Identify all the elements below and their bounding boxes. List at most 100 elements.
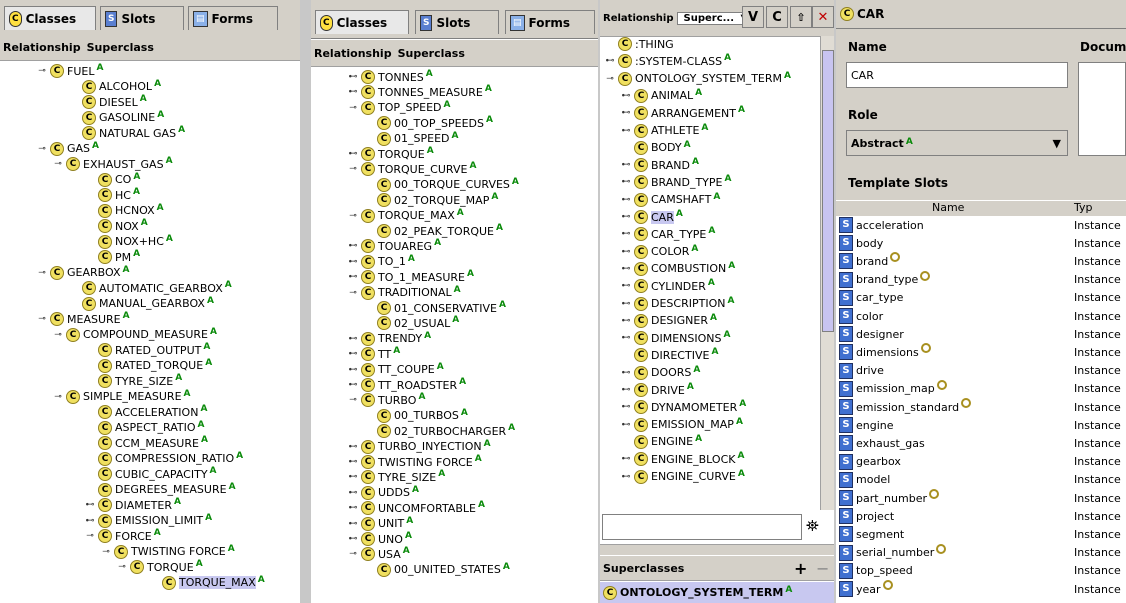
tree-node[interactable]: ⊷ C DIMENSIONS A [620, 330, 730, 346]
collapse-icon[interactable]: ⊸ [347, 549, 359, 559]
tree-node[interactable]: C GASOLINE A [68, 110, 164, 126]
table-row[interactable]: Sdrive Instance [836, 362, 1126, 380]
documentation-field[interactable] [1078, 62, 1126, 156]
binoculars-icon[interactable]: ⛯ [806, 516, 819, 536]
expand-icon[interactable]: ⊷ [620, 281, 632, 291]
tree-node[interactable]: ⊸ C TWISTING FORCE A [100, 544, 235, 560]
expand-icon[interactable]: ⊷ [620, 299, 632, 309]
tree-node[interactable]: C DEGREES_MEASURE A [84, 482, 236, 498]
relationship-value[interactable]: Superclass [84, 41, 157, 54]
expand-icon[interactable]: ⊷ [347, 87, 359, 97]
tree-node[interactable]: C CCM_MEASURE A [84, 435, 208, 451]
expand-icon[interactable]: ⊷ [347, 241, 359, 251]
expand-icon[interactable]: ⊷ [620, 229, 632, 239]
tree-node[interactable]: C CO A [84, 172, 140, 188]
search-input[interactable] [602, 514, 802, 540]
column-name-header[interactable]: Name [932, 201, 964, 214]
expand-icon[interactable]: ⊷ [620, 385, 632, 395]
expand-icon[interactable]: ⊷ [620, 333, 632, 343]
expand-icon[interactable]: ⊷ [347, 257, 359, 267]
tab-classes[interactable]: C Classes [4, 6, 96, 30]
table-row[interactable]: Ssegment Instance [836, 525, 1126, 543]
expand-icon[interactable]: ⊷ [620, 160, 632, 170]
table-row[interactable]: Stop_speed Instance [836, 562, 1126, 580]
tree-node[interactable]: C DIESEL A [68, 94, 147, 110]
tree-node[interactable]: ⊷ C TURBO_INYECTION A [347, 439, 491, 455]
tree-node[interactable]: ⊷ C EMISSION_LIMIT A [84, 513, 212, 529]
collapse-icon[interactable]: ⊸ [36, 314, 48, 324]
expand-icon[interactable]: ⊷ [620, 177, 632, 187]
slots-table[interactable]: Sacceleration Instance Sbody Instance Sbrand… [836, 216, 1126, 603]
table-row[interactable]: Sdesigner Instance [836, 325, 1126, 343]
collapse-icon[interactable]: ⊸ [84, 531, 96, 541]
class-tree[interactable]: C:THING ⊷ C:SYSTEM-CLASS A ⊸ C ONTOLOGY_SYSTEM… [600, 36, 820, 510]
tab-forms[interactable]: ▤ Forms [505, 10, 595, 34]
expand-icon[interactable]: ⊷ [347, 349, 359, 359]
tree-node[interactable]: ⊷ C CAR_TYPE A [620, 226, 715, 242]
tree-node[interactable]: ⊷ C TT_COUPE A [347, 362, 444, 378]
expand-icon[interactable]: ⊷ [347, 380, 359, 390]
tree-node[interactable]: ⊷ C UNIT A [347, 516, 413, 532]
tree-node[interactable]: ⊷ C COMBUSTION A [620, 261, 735, 277]
expand-icon[interactable]: ⊷ [620, 472, 632, 482]
tree-node[interactable]: ⊷ C CAMSHAFT A [620, 192, 720, 208]
expand-icon[interactable]: ⊷ [84, 500, 96, 510]
collapse-icon[interactable]: ⊸ [347, 395, 359, 405]
tree-node[interactable]: C NOX+HC A [84, 234, 173, 250]
role-select[interactable]: Abstract A ▼ [846, 130, 1068, 156]
tree-node[interactable]: C NOX A [84, 218, 148, 234]
table-row[interactable]: Scolor Instance [836, 307, 1126, 325]
tree-node[interactable]: ⊷ C ENGINE_BLOCK A [620, 451, 744, 467]
expand-icon[interactable]: ⊷ [347, 149, 359, 159]
collapse-icon[interactable]: ⊸ [347, 288, 359, 298]
table-row[interactable]: Semission_map Instance [836, 379, 1126, 398]
expand-icon[interactable]: ⊷ [347, 442, 359, 452]
tree-node[interactable]: ⊷ C COLOR A [620, 244, 698, 260]
tree-node[interactable]: ⊷ C DRIVE A [620, 382, 694, 398]
tree-node[interactable]: C AUTOMATIC_GEARBOX A [68, 280, 232, 296]
tree-node[interactable]: C DIRECTIVE A [620, 347, 718, 363]
tree-node[interactable]: C MANUAL_GEARBOX A [68, 296, 214, 312]
collapse-icon[interactable]: ⊸ [52, 159, 64, 169]
expand-icon[interactable]: ⊷ [620, 420, 632, 430]
tree-node[interactable]: C TYRE_SIZE A [84, 373, 182, 389]
tree-node[interactable]: ⊸ C GAS A [36, 141, 99, 157]
tree-node[interactable]: ⊷ C UNCOMFORTABLE A [347, 500, 485, 516]
tree-node[interactable]: ⊷ C UDDS A [347, 485, 419, 501]
tree-node[interactable]: ⊸ C FORCE A [84, 528, 161, 544]
tree-node[interactable]: C ACCELERATION A [84, 404, 207, 420]
tree-node[interactable]: ⊷ C DESCRIPTION A [620, 296, 734, 312]
tree-node[interactable]: ⊷ C ENGINE_CURVE A [620, 469, 745, 485]
tab-forms[interactable]: ▤ Forms [188, 6, 278, 30]
tree-node[interactable]: C RATED_TORQUE A [84, 358, 212, 374]
tree-node[interactable]: ⊸ C USA A [347, 546, 410, 562]
tree-node[interactable]: C RATED_OUTPUT A [84, 342, 210, 358]
tree-node[interactable]: ⊷ C BRAND A [620, 157, 699, 173]
tree-node[interactable]: ⊷ C TYRE_SIZE A [347, 469, 445, 485]
tree-node[interactable]: ⊷ C UNO A [347, 531, 412, 547]
collapse-icon[interactable]: ⊸ [52, 330, 64, 340]
tree-node[interactable]: ⊷ C TO_1 A [347, 254, 415, 270]
tree-node[interactable]: ⊸ C EXHAUST_GAS A [52, 156, 173, 172]
expand-icon[interactable]: ⊷ [620, 91, 632, 101]
expand-icon[interactable]: ⊷ [620, 108, 632, 118]
collapse-icon[interactable]: ⊸ [347, 164, 359, 174]
tree-node[interactable]: ⊸ C MEASURE A [36, 311, 130, 327]
create-class-button[interactable]: C [766, 6, 788, 28]
tree-node[interactable]: C CUBIC_CAPACITY A [84, 466, 217, 482]
splitter[interactable] [600, 544, 834, 555]
table-row[interactable]: Smodel Instance [836, 471, 1126, 489]
tree-node[interactable]: ⊸ C TORQUE A [116, 559, 203, 575]
tree-node[interactable]: ⊷ C TT_ROADSTER A [347, 377, 466, 393]
table-row[interactable]: Semission_standard Instance [836, 398, 1126, 416]
tree-node[interactable]: ⊷ C BRAND_TYPE A [620, 174, 731, 190]
tree-node[interactable]: ⊷ C ATHLETE A [620, 123, 708, 139]
collapse-icon[interactable]: ⊸ [36, 144, 48, 154]
expand-icon[interactable]: ⊷ [620, 195, 632, 205]
expand-icon[interactable]: ⊷ [347, 365, 359, 375]
tree-node[interactable]: C 00_TOP_SPEEDS A [363, 115, 493, 131]
expand-icon[interactable]: ⊷ [84, 516, 96, 526]
class-tree[interactable]: ⊷ C TONNES A ⊷ C TONNES_MEASURE A ⊸ C TOP_SPEED A C 0… [311, 67, 598, 603]
tree-node[interactable]: C:THING [604, 36, 674, 52]
table-row[interactable]: Sgearbox Instance [836, 453, 1126, 471]
